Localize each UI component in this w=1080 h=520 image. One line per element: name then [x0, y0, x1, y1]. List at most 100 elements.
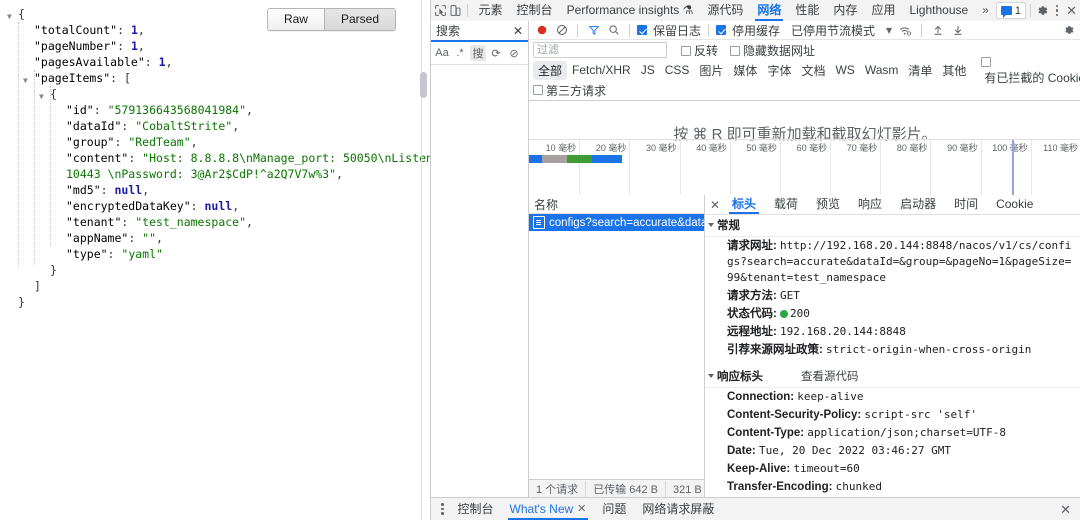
tab-console[interactable]: 控制台: [510, 0, 560, 21]
third-party-checkbox[interactable]: [533, 85, 543, 95]
tab-performance-insights[interactable]: Performance insights ⚗: [560, 0, 701, 21]
type-filter-font[interactable]: 字体: [762, 61, 796, 80]
raw-button[interactable]: Raw: [268, 9, 325, 30]
drawer-tab-whats-new[interactable]: What's New ✕: [502, 498, 595, 520]
match-case-icon[interactable]: Aa: [434, 45, 450, 61]
hide-data-urls-label[interactable]: 隐藏数据网址: [743, 44, 815, 58]
tab-network[interactable]: 网络: [750, 0, 788, 21]
type-filter-js[interactable]: JS: [636, 62, 660, 78]
timeline-tick-label: 100 毫秒: [992, 141, 1028, 154]
timeline-tick: 50 毫秒: [730, 140, 781, 196]
column-header-name[interactable]: 名称: [534, 196, 558, 213]
type-filter-fetch-xhr[interactable]: Fetch/XHR: [567, 62, 636, 78]
type-filter-ws[interactable]: WS: [830, 62, 859, 78]
gear-icon[interactable]: [1035, 1, 1050, 20]
json-line: "group": "RedTeam",: [4, 134, 424, 150]
drawer-tab-issues[interactable]: 问题: [594, 498, 634, 520]
close-details-icon[interactable]: ✕: [707, 198, 723, 212]
tab-application[interactable]: 应用: [864, 0, 902, 21]
tab-timing[interactable]: 时间: [945, 195, 987, 214]
clear-icon[interactable]: [553, 22, 570, 38]
tab-initiator[interactable]: 启动器: [891, 195, 945, 214]
filter-icon[interactable]: [585, 22, 602, 38]
type-filter-doc[interactable]: 文档: [796, 61, 830, 80]
preserve-log-label[interactable]: 保留日志: [653, 22, 701, 39]
more-options-icon[interactable]: [1050, 5, 1065, 17]
table-row[interactable]: configs?search=accurate&dataId=…: [529, 214, 704, 231]
device-toolbar-icon[interactable]: [448, 1, 463, 20]
drawer-tab-request-blocking[interactable]: 网络请求屏蔽: [634, 498, 722, 520]
drawer-tab-console[interactable]: 控制台: [450, 498, 502, 520]
throttling-value[interactable]: 已停用节流模式: [791, 22, 875, 39]
search-icon[interactable]: [605, 22, 622, 38]
clear-icon[interactable]: ⊘: [506, 45, 522, 61]
type-filter-manifest[interactable]: 清单: [903, 61, 937, 80]
drawer-more-icon[interactable]: [435, 503, 450, 515]
json-scrollbar-thumb[interactable]: [420, 72, 427, 98]
type-filter-img[interactable]: 图片: [694, 61, 728, 80]
timeline-ruler[interactable]: 10 毫秒20 毫秒30 毫秒40 毫秒50 毫秒60 毫秒70 毫秒80 毫秒…: [529, 139, 1080, 196]
raw-parsed-toggle[interactable]: Raw Parsed: [267, 8, 396, 31]
tab-response[interactable]: 响应: [849, 195, 891, 214]
general-section-header[interactable]: 常规: [705, 214, 1080, 237]
toolbar-divider-3: [577, 24, 578, 37]
preserve-log-checkbox[interactable]: [637, 25, 647, 35]
type-filter-css[interactable]: CSS: [660, 62, 695, 78]
export-har-icon[interactable]: [949, 22, 966, 38]
type-filter-all[interactable]: 全部: [533, 61, 567, 80]
filter-input[interactable]: 过滤: [533, 42, 667, 58]
drawer-tab-close-icon[interactable]: ✕: [577, 504, 586, 515]
tab-payload[interactable]: 载荷: [765, 195, 807, 214]
disable-cache-checkbox[interactable]: [716, 25, 726, 35]
network-settings-gear-icon[interactable]: [1060, 22, 1077, 38]
type-filter-other[interactable]: 其他: [937, 61, 971, 80]
type-filter-media[interactable]: 媒体: [728, 61, 762, 80]
regex-icon[interactable]: .*: [452, 45, 468, 61]
tab-preview[interactable]: 预览: [807, 195, 849, 214]
import-har-icon[interactable]: [929, 22, 946, 38]
request-timing-bar: [529, 155, 1080, 163]
timeline-tick: 10 毫秒: [529, 140, 580, 196]
invert-checkbox[interactable]: [681, 46, 691, 56]
chevron-down-icon[interactable]: ▾: [886, 23, 892, 37]
tab-performance[interactable]: 性能: [788, 0, 826, 21]
header-name: Content-Security-Policy:: [727, 409, 864, 421]
search-icon[interactable]: 搜: [470, 45, 486, 61]
invert-label[interactable]: 反转: [694, 44, 718, 58]
header-value: keep-alive: [797, 390, 863, 403]
tab-cookies[interactable]: Cookie: [987, 195, 1042, 214]
message-count-badge[interactable]: 1: [996, 2, 1026, 19]
record-icon[interactable]: [533, 22, 550, 38]
network-split-view: 名称 configs?search=accurate&dataId=… 1 个请…: [529, 195, 1080, 498]
header-value: timeout=60: [793, 462, 859, 475]
tab-elements[interactable]: 元素: [472, 0, 510, 21]
more-tabs-chevron-icon[interactable]: »: [975, 0, 996, 21]
search-panel-title: 搜索: [436, 22, 460, 39]
search-close-icon[interactable]: ✕: [513, 25, 523, 37]
disable-cache-label[interactable]: 停用缓存: [732, 22, 780, 39]
refresh-icon[interactable]: ⟳: [488, 45, 504, 61]
tab-sources[interactable]: 源代码: [700, 0, 750, 21]
chevron-down-icon-2: [708, 374, 714, 378]
header-name: 请求方法:: [727, 290, 780, 302]
indent-guide: [34, 70, 35, 266]
close-devtools-icon[interactable]: ✕: [1064, 1, 1079, 20]
devtools-window: 元素 控制台 Performance insights ⚗ 源代码 网络 性能 …: [430, 0, 1080, 520]
view-source-link[interactable]: 查看源代码: [801, 368, 859, 384]
json-line: "id": "579136643568041984",: [4, 102, 424, 118]
response-headers-section-header[interactable]: 响应标头 查看源代码: [705, 365, 1080, 388]
network-conditions-icon[interactable]: [897, 22, 914, 38]
tab-headers[interactable]: 标头: [723, 195, 765, 214]
type-filter-wasm[interactable]: Wasm: [860, 62, 904, 78]
third-party-label[interactable]: 第三方请求: [546, 82, 606, 99]
inspect-element-icon[interactable]: [433, 1, 448, 20]
tab-memory[interactable]: 内存: [826, 0, 864, 21]
parsed-button[interactable]: Parsed: [325, 9, 395, 30]
json-line: }: [4, 262, 424, 278]
blocked-cookies-label[interactable]: 有已拦截的 Cookie: [984, 71, 1080, 85]
drawer-close-icon[interactable]: ✕: [1060, 503, 1077, 516]
hide-data-urls-checkbox[interactable]: [730, 46, 740, 56]
blocked-cookies-checkbox[interactable]: [981, 57, 991, 67]
message-icon: [1001, 6, 1012, 15]
tab-lighthouse[interactable]: Lighthouse: [902, 0, 975, 21]
